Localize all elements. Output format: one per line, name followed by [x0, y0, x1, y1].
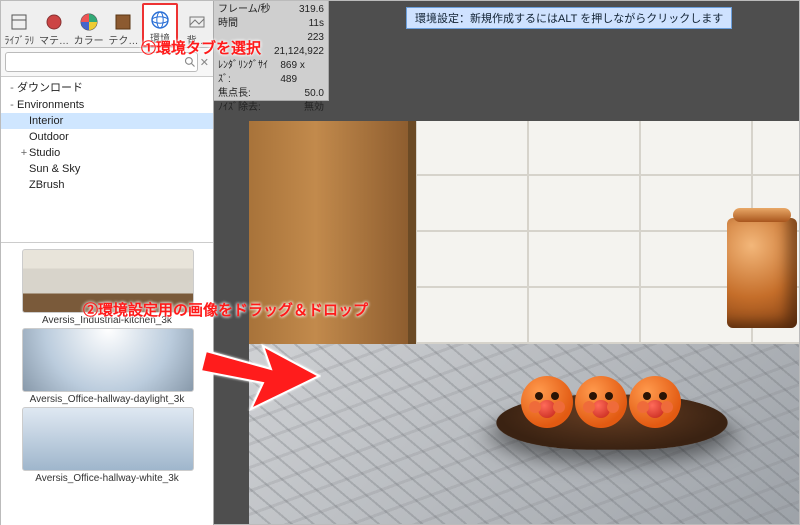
stat-row: ﾚﾝﾀﾞﾘﾝｸﾞｻｲｽﾞ:869 x 489	[218, 59, 324, 87]
tab-texture[interactable]: テク…	[107, 7, 140, 47]
tab-library[interactable]: ﾗｲﾌﾞﾗﾘ	[3, 7, 36, 47]
environment-icon	[150, 10, 170, 30]
stat-key: フレーム/秒	[218, 3, 270, 17]
tree-item[interactable]: Outdoor	[1, 129, 213, 145]
disclosure-icon[interactable]: -	[7, 99, 17, 111]
tab-label: ﾗｲﾌﾞﾗﾘ	[4, 32, 34, 47]
search-row: ✕	[1, 48, 213, 77]
tab-backplate[interactable]: 背…	[180, 7, 213, 47]
stat-row: 焦点長: 50.0	[218, 87, 324, 101]
stat-value: 21,124,922	[274, 45, 324, 59]
thumbnail-image	[22, 328, 194, 392]
texture-icon	[113, 12, 133, 32]
thumbnail-list[interactable]: Aversis_Industrial-kitchen_3k Aversis_Off…	[1, 243, 213, 525]
stat-row: フレーム/秒 319.6	[218, 3, 324, 17]
tab-environment[interactable]: 環境	[142, 3, 179, 47]
thumbnail-item[interactable]: Aversis_Industrial-kitchen_3k	[22, 249, 192, 326]
stat-value: 319.6	[299, 3, 324, 17]
disclosure-icon[interactable]: -	[7, 82, 17, 94]
tree-label: Environments	[17, 99, 84, 111]
tree-label: Outdoor	[29, 131, 69, 143]
tab-color[interactable]: カラー	[72, 7, 105, 47]
thumbnail-image	[22, 249, 194, 313]
library-tabbar: ﾗｲﾌﾞﾗﾘ マテ… カラーテク… 環境 背…	[1, 1, 213, 48]
material-icon	[44, 12, 64, 32]
disclosure-icon[interactable]: +	[19, 147, 29, 159]
color-icon	[79, 12, 99, 32]
stat-value: 223	[307, 31, 324, 45]
tree-label: Interior	[29, 115, 63, 127]
thumbnail-caption: Aversis_Office-hallway-daylight_3k	[22, 394, 192, 405]
stat-row: ﾉｲｽﾞ除去: 無効	[218, 101, 324, 115]
tree-label: Sun & Sky	[29, 163, 80, 175]
library-icon	[9, 12, 29, 32]
environment-tree[interactable]: -ダウンロード-EnvironmentsInteriorOutdoor+Stud…	[1, 77, 213, 243]
thumbnail-image	[22, 407, 194, 471]
tree-item[interactable]: -ダウンロード	[1, 77, 213, 97]
render-image	[249, 121, 799, 524]
tree-label: Studio	[29, 147, 60, 159]
library-panel: 環境 ﾗｲﾌﾞﾗﾘマテ…カラーテク…環境背… ✕ -ダウンロード-Environ…	[1, 1, 214, 525]
tree-item[interactable]: -Environments	[1, 97, 213, 113]
backplate-icon	[187, 12, 207, 32]
stat-key: 時間	[218, 17, 238, 31]
thumbnail-item[interactable]: Aversis_Office-hallway-white_3k	[22, 407, 192, 484]
tree-item[interactable]: ZBrush	[1, 177, 213, 193]
render-stats: フレーム/秒 319.6 時間 11s22321,124,922ﾚﾝﾀﾞﾘﾝｸﾞｻｲｽ…	[214, 1, 329, 101]
stat-row: 21,124,922	[218, 45, 324, 59]
search-clear-icon[interactable]: ✕	[200, 56, 209, 69]
tree-item[interactable]: Sun & Sky	[1, 161, 213, 177]
thumbnail-item[interactable]: Aversis_Office-hallway-daylight_3k	[22, 328, 192, 405]
tab-label: 背…	[187, 32, 207, 47]
tree-label: ダウンロード	[17, 82, 83, 94]
tab-label: 環境	[150, 30, 170, 45]
tab-material[interactable]: マテ…	[38, 7, 71, 47]
hint-banner: 環境設定：新規作成するにはALT を押しながらクリックします	[406, 7, 732, 29]
stat-row: 223	[218, 31, 324, 45]
tree-label: ZBrush	[29, 179, 64, 191]
thumbnail-caption: Aversis_Office-hallway-white_3k	[22, 473, 192, 484]
stat-key: ﾚﾝﾀﾞﾘﾝｸﾞｻｲｽﾞ:	[218, 59, 280, 87]
stat-value: 無効	[304, 101, 324, 115]
stat-value: 869 x 489	[280, 59, 324, 87]
stat-row: 時間 11s	[218, 17, 324, 31]
stat-key: ﾉｲｽﾞ除去:	[218, 101, 261, 115]
tab-label: マテ…	[39, 32, 69, 47]
thumbnail-caption: Aversis_Industrial-kitchen_3k	[22, 315, 192, 326]
tab-label: カラー	[74, 32, 104, 47]
tab-label: テク…	[108, 32, 138, 47]
stat-key: 焦点長:	[218, 87, 251, 101]
tree-item[interactable]: +Studio	[1, 145, 213, 161]
stat-value: 11s	[309, 17, 324, 31]
stat-value: 50.0	[305, 87, 324, 101]
search-input[interactable]	[5, 52, 198, 72]
tree-item[interactable]: Interior	[1, 113, 213, 129]
